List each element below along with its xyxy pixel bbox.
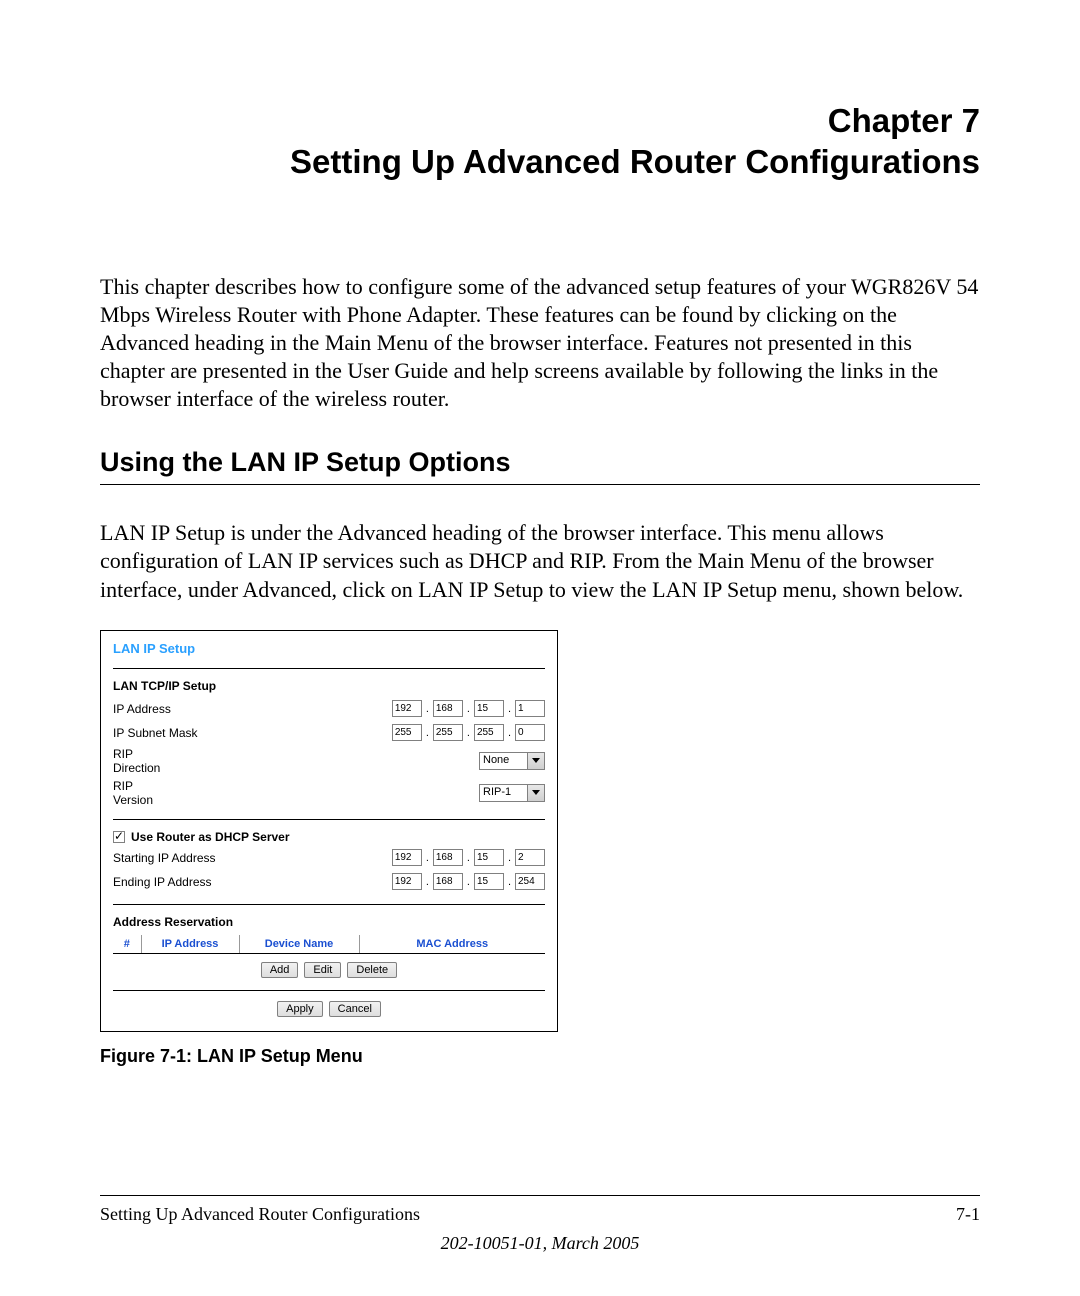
end-ip-octet-4[interactable] [515, 873, 545, 890]
divider [113, 904, 545, 905]
rip-version-label: RIP Version [113, 779, 168, 807]
ip-address-label: IP Address [113, 702, 171, 716]
section-paragraph: LAN IP Setup is under the Advanced headi… [100, 519, 980, 603]
divider [113, 819, 545, 820]
starting-ip-row: Starting IP Address . . . [113, 848, 545, 868]
figure-caption: Figure 7-1: LAN IP Setup Menu [100, 1046, 980, 1067]
mask-octet-2[interactable] [433, 724, 463, 741]
lan-ip-setup-screenshot: LAN IP Setup LAN TCP/IP Setup IP Address… [100, 630, 558, 1033]
rip-direction-row: RIP Direction None [113, 747, 545, 775]
ip-octet-2[interactable] [433, 700, 463, 717]
add-button[interactable]: Add [261, 962, 299, 978]
dhcp-checkbox-row: Use Router as DHCP Server [113, 830, 545, 844]
subnet-mask-fields: . . . [392, 724, 545, 741]
footer-line: Setting Up Advanced Router Configuration… [100, 1195, 980, 1225]
footer-left: Setting Up Advanced Router Configuration… [100, 1204, 420, 1225]
dot-icon: . [424, 703, 431, 715]
tcpip-heading: LAN TCP/IP Setup [113, 679, 545, 693]
dot-icon: . [506, 703, 513, 715]
reservation-heading: Address Reservation [113, 915, 545, 929]
rip-direction-select[interactable]: None [479, 752, 545, 770]
dot-icon: . [465, 727, 472, 739]
dhcp-checkbox[interactable] [113, 831, 125, 843]
end-ip-octet-1[interactable] [392, 873, 422, 890]
dot-icon: . [465, 703, 472, 715]
rip-version-select[interactable]: RIP-1 [479, 784, 545, 802]
table-header-row: # IP Address Device Name MAC Address [113, 935, 545, 954]
ending-ip-label: Ending IP Address [113, 875, 212, 889]
divider [113, 990, 545, 991]
page-footer: Setting Up Advanced Router Configuration… [100, 1195, 980, 1254]
dhcp-checkbox-label: Use Router as DHCP Server [131, 830, 290, 844]
dot-icon: . [424, 727, 431, 739]
mask-octet-4[interactable] [515, 724, 545, 741]
start-ip-octet-2[interactable] [433, 849, 463, 866]
doc-meta: 202-10051-01, March 2005 [100, 1233, 980, 1254]
end-ip-octet-3[interactable] [474, 873, 504, 890]
delete-button[interactable]: Delete [347, 962, 397, 978]
starting-ip-fields: . . . [392, 849, 545, 866]
dot-icon: . [506, 852, 513, 864]
panel-title: LAN IP Setup [113, 641, 545, 656]
col-index: # [113, 935, 141, 954]
dot-icon: . [506, 727, 513, 739]
divider [113, 668, 545, 669]
rip-direction-label: RIP Direction [113, 747, 174, 775]
col-mac-address: MAC Address [359, 935, 545, 954]
chevron-down-icon [532, 758, 540, 763]
dot-icon: . [465, 852, 472, 864]
ip-address-row: IP Address . . . [113, 699, 545, 719]
cancel-button[interactable]: Cancel [329, 1001, 381, 1017]
mask-octet-3[interactable] [474, 724, 504, 741]
subnet-mask-label: IP Subnet Mask [113, 726, 198, 740]
starting-ip-label: Starting IP Address [113, 851, 216, 865]
apply-cancel-buttons: Apply Cancel [113, 1001, 545, 1017]
dot-icon: . [465, 876, 472, 888]
ending-ip-row: Ending IP Address . . . [113, 872, 545, 892]
apply-button[interactable]: Apply [277, 1001, 323, 1017]
rip-direction-value: None [483, 754, 509, 766]
col-device-name: Device Name [239, 935, 359, 954]
subnet-mask-row: IP Subnet Mask . . . [113, 723, 545, 743]
rip-version-value: RIP-1 [483, 786, 511, 798]
start-ip-octet-4[interactable] [515, 849, 545, 866]
reservation-table: # IP Address Device Name MAC Address [113, 935, 545, 957]
chapter-title: Setting Up Advanced Router Configuration… [100, 141, 980, 182]
mask-octet-1[interactable] [392, 724, 422, 741]
start-ip-octet-1[interactable] [392, 849, 422, 866]
end-ip-octet-2[interactable] [433, 873, 463, 890]
chapter-heading: Chapter 7 Setting Up Advanced Router Con… [100, 100, 980, 183]
dot-icon: . [424, 852, 431, 864]
ip-octet-4[interactable] [515, 700, 545, 717]
intro-paragraph: This chapter describes how to configure … [100, 273, 980, 414]
chapter-number: Chapter 7 [100, 100, 980, 141]
ending-ip-fields: . . . [392, 873, 545, 890]
chevron-down-icon [532, 790, 540, 795]
col-ip-address: IP Address [141, 935, 239, 954]
edit-button[interactable]: Edit [304, 962, 341, 978]
dot-icon: . [506, 876, 513, 888]
reservation-buttons: Add Edit Delete [113, 962, 545, 978]
page: Chapter 7 Setting Up Advanced Router Con… [0, 0, 1080, 1296]
ip-address-fields: . . . [392, 700, 545, 717]
footer-right: 7-1 [956, 1204, 980, 1225]
ip-octet-3[interactable] [474, 700, 504, 717]
rip-version-row: RIP Version RIP-1 [113, 779, 545, 807]
dot-icon: . [424, 876, 431, 888]
ip-octet-1[interactable] [392, 700, 422, 717]
start-ip-octet-3[interactable] [474, 849, 504, 866]
section-heading: Using the LAN IP Setup Options [100, 447, 980, 485]
